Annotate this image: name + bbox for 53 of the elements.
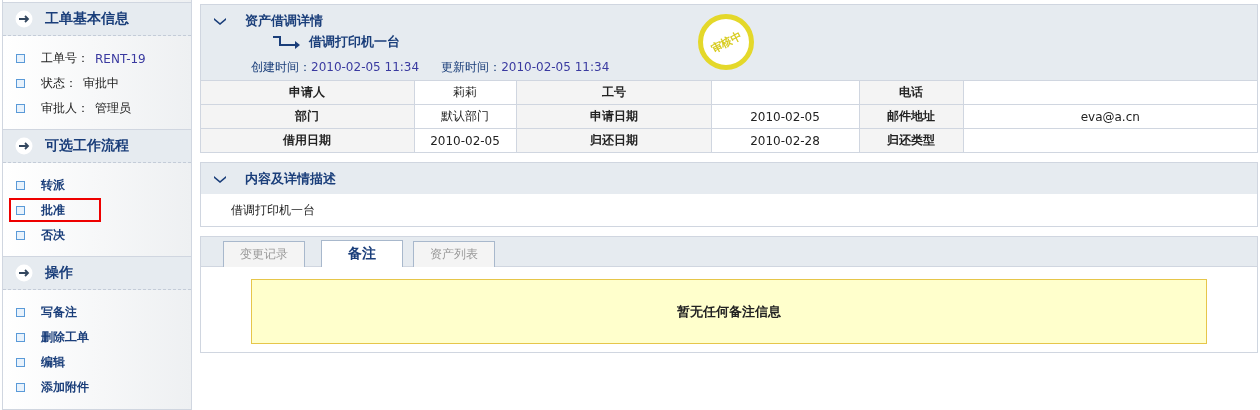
action-link[interactable]: 编辑: [41, 354, 65, 371]
section-title: 工单基本信息: [45, 10, 129, 28]
notice-message: 暂无任何备注信息: [251, 279, 1207, 344]
square-bullet-icon: [16, 54, 25, 63]
section-title: 操作: [45, 264, 73, 282]
table-cell: 归还类型: [859, 128, 963, 152]
table-cell: 借用日期: [201, 128, 414, 152]
square-bullet-icon: [16, 308, 25, 317]
table-cell: 申请日期: [516, 104, 711, 129]
updated-time: 更新时间：2010-02-05 11:34: [441, 58, 610, 76]
status-stamp: 审核中: [698, 14, 754, 70]
action-link[interactable]: 否决: [41, 227, 65, 244]
square-bullet-icon: [16, 333, 25, 342]
square-bullet-icon: [16, 181, 25, 190]
action-link[interactable]: 写备注: [41, 304, 77, 321]
info-value: 审批中: [83, 75, 119, 92]
info-label: 状态：: [41, 75, 77, 92]
square-bullet-icon: [16, 231, 25, 240]
chevron-down-icon: [213, 174, 227, 184]
description-text: 借调打印机一台: [230, 202, 316, 219]
redirect-arrow-icon: [273, 35, 301, 49]
tab[interactable]: 备注: [321, 240, 403, 267]
table-cell: 邮件地址: [859, 104, 963, 129]
table-cell: 2010-02-28: [711, 128, 859, 152]
chevron-down-icon: [213, 16, 227, 26]
section-title: 可选工作流程: [45, 137, 129, 155]
table-cell: 部门: [201, 104, 414, 129]
action-link[interactable]: 添加附件: [41, 379, 89, 396]
table-cell: 工号: [516, 80, 711, 105]
panel-title: 内容及详情描述: [245, 170, 336, 188]
action-link[interactable]: 批准: [41, 202, 65, 219]
table-cell: 默认部门: [414, 104, 516, 129]
square-bullet-icon: [16, 206, 25, 215]
table-cell: 2010-02-05: [711, 104, 859, 129]
table-cell: 归还日期: [516, 128, 711, 152]
info-label: 工单号：: [41, 50, 89, 67]
table-cell: eva@a.cn: [963, 104, 1257, 129]
table-cell: 申请人: [201, 80, 414, 105]
info-label: 审批人：: [41, 100, 89, 117]
panel-title: 资产借调详情: [245, 12, 323, 30]
action-link[interactable]: 转派: [41, 177, 65, 194]
square-bullet-icon: [16, 383, 25, 392]
created-time: 创建时间：2010-02-05 11:34: [251, 58, 420, 76]
info-value: 管理员: [95, 100, 131, 117]
table-cell: 2010-02-05: [414, 128, 516, 152]
action-link[interactable]: 删除工单: [41, 329, 89, 346]
info-value: RENT-19: [95, 51, 146, 66]
square-bullet-icon: [16, 358, 25, 367]
square-bullet-icon: [16, 79, 25, 88]
subject-title: 借调打印机一台: [309, 33, 400, 51]
table-cell: 电话: [859, 80, 963, 105]
square-bullet-icon: [16, 104, 25, 113]
table-cell: 莉莉: [414, 80, 516, 105]
